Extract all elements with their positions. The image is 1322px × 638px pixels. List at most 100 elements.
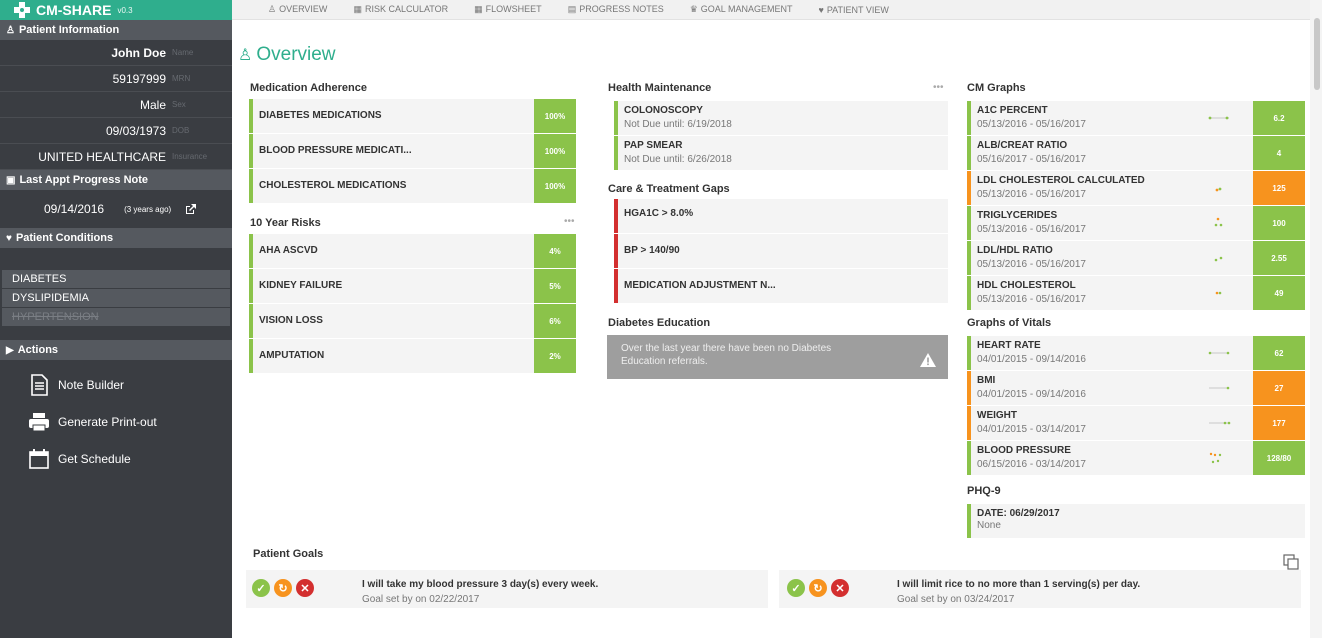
sparkline: [1209, 421, 1231, 425]
user-icon: ♙: [6, 24, 15, 36]
cm-graph-card[interactable]: TRIGLYCERIDES 05/13/2016 - 05/16/2017 100: [967, 206, 1305, 240]
risk-card[interactable]: AMPUTATION 2%: [249, 339, 576, 373]
sparkline: [1214, 217, 1223, 227]
vital-card[interactable]: WEIGHT 04/01/2015 - 03/14/2017 177: [967, 406, 1305, 440]
tab-goal-management[interactable]: ♛ GOAL MANAGEMENT: [690, 4, 793, 15]
calendar-icon: [29, 448, 49, 469]
condition-item[interactable]: DIABETES: [2, 270, 230, 288]
tab-progress-notes[interactable]: ▤ PROGRESS NOTES: [568, 4, 664, 15]
cm-graphs-title: CM Graphs: [967, 82, 1026, 94]
graph-name: LDL/HDL RATIO: [977, 245, 1053, 256]
page-title: ♙ Overview: [238, 44, 336, 66]
risk-name: VISION LOSS: [259, 315, 323, 326]
graph-value: 4: [1253, 136, 1305, 170]
med-adherence-title: Medication Adherence: [250, 82, 367, 94]
generate-printout-label: Generate Print-out: [58, 414, 157, 429]
heartbeat-icon: ♥: [6, 232, 12, 244]
patient-sex-label: Sex: [172, 100, 186, 109]
vital-card[interactable]: BMI 04/01/2015 - 09/14/2016 27: [967, 371, 1305, 405]
risk-card[interactable]: AHA ASCVD 4%: [249, 234, 576, 268]
care-gap-card[interactable]: BP > 140/90: [614, 234, 948, 268]
risks-title: 10 Year Risks: [250, 217, 321, 229]
care-gaps-title: Care & Treatment Gaps: [608, 183, 730, 195]
med-adherence-card[interactable]: DIABETES MEDICATIONS 100%: [249, 99, 576, 133]
vital-name: WEIGHT: [977, 410, 1017, 421]
cm-graph-card[interactable]: LDL/HDL RATIO 05/13/2016 - 05/16/2017 2.55: [967, 241, 1305, 275]
vital-card[interactable]: HEART RATE 04/01/2015 - 09/14/2016 62: [967, 336, 1305, 370]
graph-value: 100: [1253, 206, 1305, 240]
trophy-icon: ♛: [689, 4, 698, 14]
cm-graph-card[interactable]: HDL CHOLESTEROL 05/13/2016 - 05/16/2017 49: [967, 276, 1305, 310]
scrollbar-thumb[interactable]: [1314, 18, 1320, 90]
care-gap-name: BP > 140/90: [624, 245, 680, 256]
last-appt-row: 09/14/2016 (3 years ago): [0, 190, 232, 228]
external-link-icon[interactable]: [185, 203, 197, 215]
tab-label: PROGRESS NOTES: [579, 4, 664, 14]
care-gap-card[interactable]: HGA1C > 8.0%: [614, 199, 948, 233]
risk-card[interactable]: KIDNEY FAILURE 5%: [249, 269, 576, 303]
maintenance-due: Not Due until: 6/26/2018: [624, 154, 732, 165]
generate-printout-button[interactable]: Generate Print-out: [0, 403, 232, 440]
health-maintenance-card[interactable]: PAP SMEAR Not Due until: 6/26/2018: [614, 136, 948, 170]
patient-dob: 09/03/1973: [105, 123, 166, 138]
phq9-card[interactable]: DATE: 06/29/2017 None: [967, 504, 1305, 538]
cm-graph-card[interactable]: LDL CHOLESTEROL CALCULATED 05/13/2016 - 0…: [967, 171, 1305, 205]
condition-item[interactable]: HYPERTENSION: [2, 308, 230, 326]
sparkline: [1208, 116, 1229, 120]
tab-flowsheet[interactable]: ▦ FLOWSHEET: [474, 4, 542, 15]
scrollbar[interactable]: [1310, 0, 1322, 638]
sparkline: [1215, 187, 1222, 192]
goal-complete-icon[interactable]: ✓: [787, 579, 805, 597]
sparkline: [1215, 291, 1222, 295]
med-adherence-card[interactable]: BLOOD PRESSURE MEDICATI... 100%: [249, 134, 576, 168]
goal-card: ✓ ↻ ✕ I will take my blood pressure 3 da…: [246, 570, 768, 608]
phq9-title: PHQ-9: [967, 485, 1001, 497]
last-appt-date: 09/14/2016: [44, 202, 105, 216]
app-logo[interactable]: CM-SHARE v0.3: [0, 0, 232, 20]
graph-range: 05/13/2016 - 05/16/2017: [977, 119, 1086, 130]
health-maintenance-card[interactable]: COLONOSCOPY Not Due until: 6/19/2018: [614, 101, 948, 135]
actions-title: Actions: [17, 344, 59, 356]
diabetes-education-alert: Over the last year there have been no Di…: [607, 335, 948, 379]
app-name: CM-SHARE: [36, 2, 112, 18]
goal-cancel-icon[interactable]: ✕: [831, 579, 849, 597]
patient-mrn: 59197999: [112, 71, 166, 86]
risk-card[interactable]: VISION LOSS 6%: [249, 304, 576, 338]
goal-set-date: Goal set by on 03/24/2017: [897, 594, 1015, 605]
maintenance-name: PAP SMEAR: [624, 140, 683, 151]
last-appt-header: ▣ Last Appt Progress Note: [0, 170, 232, 190]
graph-range: 05/16/2017 - 05/16/2017: [977, 154, 1086, 165]
vital-card[interactable]: BLOOD PRESSURE 06/15/2016 - 03/14/2017 128…: [967, 441, 1305, 475]
get-schedule-button[interactable]: Get Schedule: [0, 440, 232, 477]
printer-icon: [29, 412, 49, 431]
patient-sex-row: Male Sex: [0, 92, 232, 118]
conditions-title: Patient Conditions: [15, 232, 114, 244]
goal-complete-icon[interactable]: ✓: [252, 579, 270, 597]
note-builder-button[interactable]: Note Builder: [0, 366, 232, 403]
more-options-icon[interactable]: •••: [933, 82, 944, 93]
goal-progress-icon[interactable]: ↻: [274, 579, 292, 597]
condition-item[interactable]: DYSLIPIDEMIA: [2, 289, 230, 307]
tab-overview[interactable]: ♙ OVERVIEW: [268, 4, 327, 15]
app-version: v0.3: [117, 5, 133, 15]
vital-range: 04/01/2015 - 09/14/2016: [977, 354, 1086, 365]
patient-name-label: Name: [172, 48, 194, 57]
graph-value: 6.2: [1253, 101, 1305, 135]
goal-cancel-icon[interactable]: ✕: [296, 579, 314, 597]
tab-patient-view[interactable]: ♥ PATIENT VIEW: [818, 5, 888, 15]
goal-progress-icon[interactable]: ↻: [809, 579, 827, 597]
med-adherence-card[interactable]: CHOLESTEROL MEDICATIONS 100%: [249, 169, 576, 203]
cm-graph-card[interactable]: ALB/CREAT RATIO 05/16/2017 - 05/16/2017 4: [967, 136, 1305, 170]
risk-name: AMPUTATION: [259, 350, 325, 361]
vital-range: 04/01/2015 - 09/14/2016: [977, 389, 1086, 400]
heartbeat-icon: ♥: [818, 4, 824, 15]
tab-risk-calculator[interactable]: ▦ RISK CALCULATOR: [353, 4, 448, 15]
more-options-icon[interactable]: •••: [564, 216, 575, 227]
phq9-date: DATE: 06/29/2017: [977, 508, 1060, 519]
copy-icon[interactable]: [1283, 554, 1299, 570]
care-gap-card[interactable]: MEDICATION ADJUSTMENT N...: [614, 269, 948, 303]
graph-range: 05/13/2016 - 05/16/2017: [977, 294, 1086, 305]
calendar-icon: ▣: [6, 174, 16, 186]
cm-graph-card[interactable]: A1C PERCENT 05/13/2016 - 05/16/2017 6.2: [967, 101, 1305, 135]
diabetes-education-text: Over the last year there have been no Di…: [621, 343, 832, 367]
